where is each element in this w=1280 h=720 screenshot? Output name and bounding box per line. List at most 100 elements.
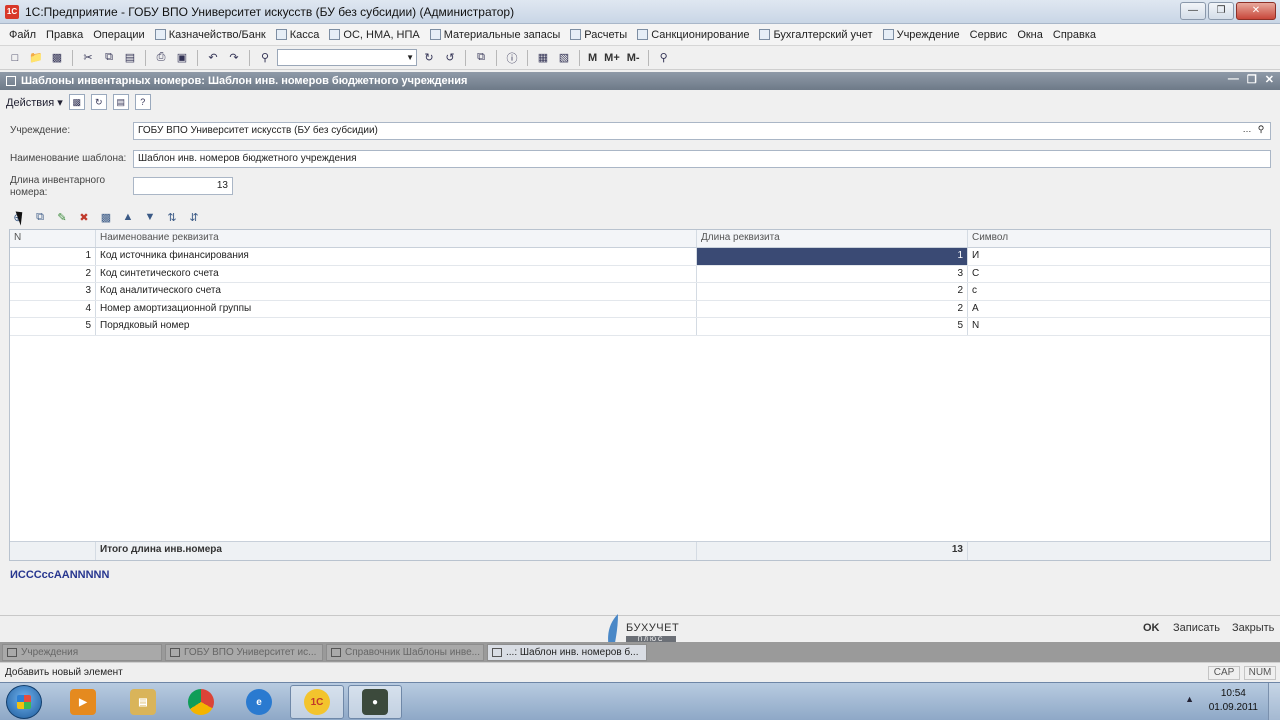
window-tab[interactable]: Справочник Шаблоны инве... (326, 643, 484, 661)
preview-icon[interactable]: ▣ (173, 49, 191, 67)
table-row[interactable]: 2 Код синтетического счета 3 С (10, 265, 1270, 284)
window-tab-active[interactable]: ...: Шаблон инв. номеров б... (487, 643, 647, 661)
cell-symbol[interactable]: И (968, 248, 1270, 265)
sort-asc-icon[interactable]: ⇅ (164, 209, 180, 225)
info-icon[interactable]: ⓘ (503, 49, 521, 67)
redo-icon[interactable]: ↷ (225, 49, 243, 67)
find-next-icon[interactable]: ↻ (420, 49, 438, 67)
move-down-icon[interactable]: ▼ (142, 209, 158, 225)
table-row[interactable]: 1 Код источника финансирования 1 И (10, 248, 1270, 266)
cell-length[interactable]: 2 (697, 283, 968, 300)
doc-close-icon[interactable]: ✕ (1265, 73, 1274, 86)
ok-button[interactable]: OK (1143, 622, 1160, 634)
menu-windows[interactable]: Окна (1012, 29, 1048, 41)
cell-length[interactable]: 2 (697, 300, 968, 318)
cell-name[interactable]: Код источника финансирования (96, 248, 697, 265)
table-row[interactable]: 5 Порядковый номер 5 N (10, 318, 1270, 336)
cell-length[interactable]: 3 (697, 265, 968, 283)
taskbar-explorer[interactable]: ▤ (116, 685, 170, 719)
cell-name[interactable]: Код аналитического счета (96, 283, 697, 300)
pin-icon[interactable]: ⚲ (655, 49, 673, 67)
doc-minimize-icon[interactable]: — (1228, 73, 1239, 86)
save-icon[interactable]: ▩ (48, 49, 66, 67)
inv-length-field[interactable]: 13 (133, 177, 233, 195)
cell-name[interactable]: Номер амортизационной группы (96, 300, 697, 318)
menu-sanction[interactable]: Санкционирование (632, 29, 754, 41)
memory-button[interactable]: M (586, 52, 599, 64)
calendar-icon[interactable]: ▦ (534, 49, 552, 67)
end-edit-icon[interactable]: ▩ (98, 209, 114, 225)
open-folder-icon[interactable]: 📁 (27, 49, 45, 67)
institution-field[interactable]: ГОБУ ВПО Университет искусств (БУ без су… (133, 122, 1271, 140)
cell-name[interactable]: Порядковый номер (96, 318, 697, 335)
close-window-button[interactable]: ✕ (1236, 2, 1276, 20)
menu-service[interactable]: Сервис (965, 29, 1013, 41)
menu-settlements[interactable]: Расчеты (565, 29, 632, 41)
doc-restore-icon[interactable]: ❐ (1247, 73, 1257, 86)
save-record-icon[interactable]: ▩ (68, 94, 85, 110)
system-clock[interactable]: 10:54 01.09.2011 (1209, 687, 1258, 715)
help-icon[interactable]: ? (134, 94, 151, 110)
start-button[interactable] (6, 685, 42, 719)
save-button[interactable]: Записать (1173, 622, 1220, 634)
menu-cash[interactable]: Касса (271, 29, 325, 41)
menu-assets[interactable]: ОС, НМА, НПА (324, 29, 424, 41)
copy-row-icon[interactable]: ⧉ (32, 209, 48, 225)
copy-icon[interactable]: ⧉ (100, 49, 118, 67)
find-prev-icon[interactable]: ↺ (441, 49, 459, 67)
actions-menu[interactable]: Действия ▾ (6, 96, 63, 109)
cut-icon[interactable]: ✂ (79, 49, 97, 67)
column-header-n[interactable]: N (10, 230, 96, 247)
print-icon[interactable]: ⎙ (152, 49, 170, 67)
move-up-icon[interactable]: ▲ (120, 209, 136, 225)
cell-length[interactable]: 1 (697, 248, 968, 265)
edit-row-icon[interactable]: ✎ (54, 209, 70, 225)
taskbar-recorder[interactable]: ● (348, 685, 402, 719)
restore-button[interactable]: ❐ (1208, 2, 1234, 20)
template-name-field[interactable]: Шаблон инв. номеров бюджетного учреждени… (133, 150, 1271, 168)
windows-icon[interactable]: ⧉ (472, 49, 490, 67)
column-header-length[interactable]: Длина реквизита (697, 230, 968, 247)
paste-icon[interactable]: ▤ (121, 49, 139, 67)
column-header-name[interactable]: Наименование реквизита (96, 230, 697, 247)
menu-edit[interactable]: Правка (41, 29, 88, 41)
menu-materials[interactable]: Материальные запасы (425, 29, 566, 41)
new-document-icon[interactable]: □ (6, 49, 24, 67)
taskbar-ie[interactable]: e (232, 685, 286, 719)
menu-operations[interactable]: Операции (88, 29, 149, 41)
window-tab[interactable]: ГОБУ ВПО Университет ис... (165, 643, 323, 661)
window-tab[interactable]: Учреждения (2, 643, 162, 661)
field-search-icon[interactable]: ⚲ (1254, 124, 1268, 138)
sort-desc-icon[interactable]: ⇵ (186, 209, 202, 225)
taskbar-media-player[interactable]: ▶ (56, 685, 110, 719)
menu-file[interactable]: Файл (4, 29, 41, 41)
search-input[interactable]: ▼ (277, 49, 417, 66)
taskbar-1c[interactable]: 1С (290, 685, 344, 719)
taskbar-chrome[interactable] (174, 685, 228, 719)
refresh-icon[interactable]: ↻ (90, 94, 107, 110)
memory-minus-button[interactable]: M- (625, 52, 642, 64)
delete-row-icon[interactable]: ✖ (76, 209, 92, 225)
related-icon[interactable]: ▤ (112, 94, 129, 110)
menu-institution[interactable]: Учреждение (878, 29, 965, 41)
menu-accounting[interactable]: Бухгалтерский учет (754, 29, 877, 41)
cell-symbol[interactable]: С (968, 266, 1270, 283)
menu-help[interactable]: Справка (1048, 29, 1101, 41)
cell-name[interactable]: Код синтетического счета (96, 265, 697, 283)
cell-symbol[interactable]: А (968, 301, 1270, 318)
cell-symbol[interactable]: с (968, 283, 1270, 300)
table-row[interactable]: 3 Код аналитического счета 2 с (10, 283, 1270, 301)
memory-plus-button[interactable]: M+ (602, 52, 622, 64)
cell-symbol[interactable]: N (968, 318, 1270, 335)
tray-expand-icon[interactable]: ▲ (1185, 694, 1194, 704)
close-button[interactable]: Закрыть (1232, 622, 1274, 634)
column-header-symbol[interactable]: Символ (968, 230, 1270, 247)
undo-icon[interactable]: ↶ (204, 49, 222, 67)
menu-treasury[interactable]: Казначейство/Банк (150, 29, 271, 41)
table-row[interactable]: 4 Номер амортизационной группы 2 А (10, 300, 1270, 319)
show-desktop-button[interactable] (1268, 683, 1280, 720)
minimize-button[interactable]: — (1180, 2, 1206, 20)
calculator-icon[interactable]: ▧ (555, 49, 573, 67)
cell-length[interactable]: 5 (697, 318, 968, 335)
search-icon[interactable]: ⚲ (256, 49, 274, 67)
